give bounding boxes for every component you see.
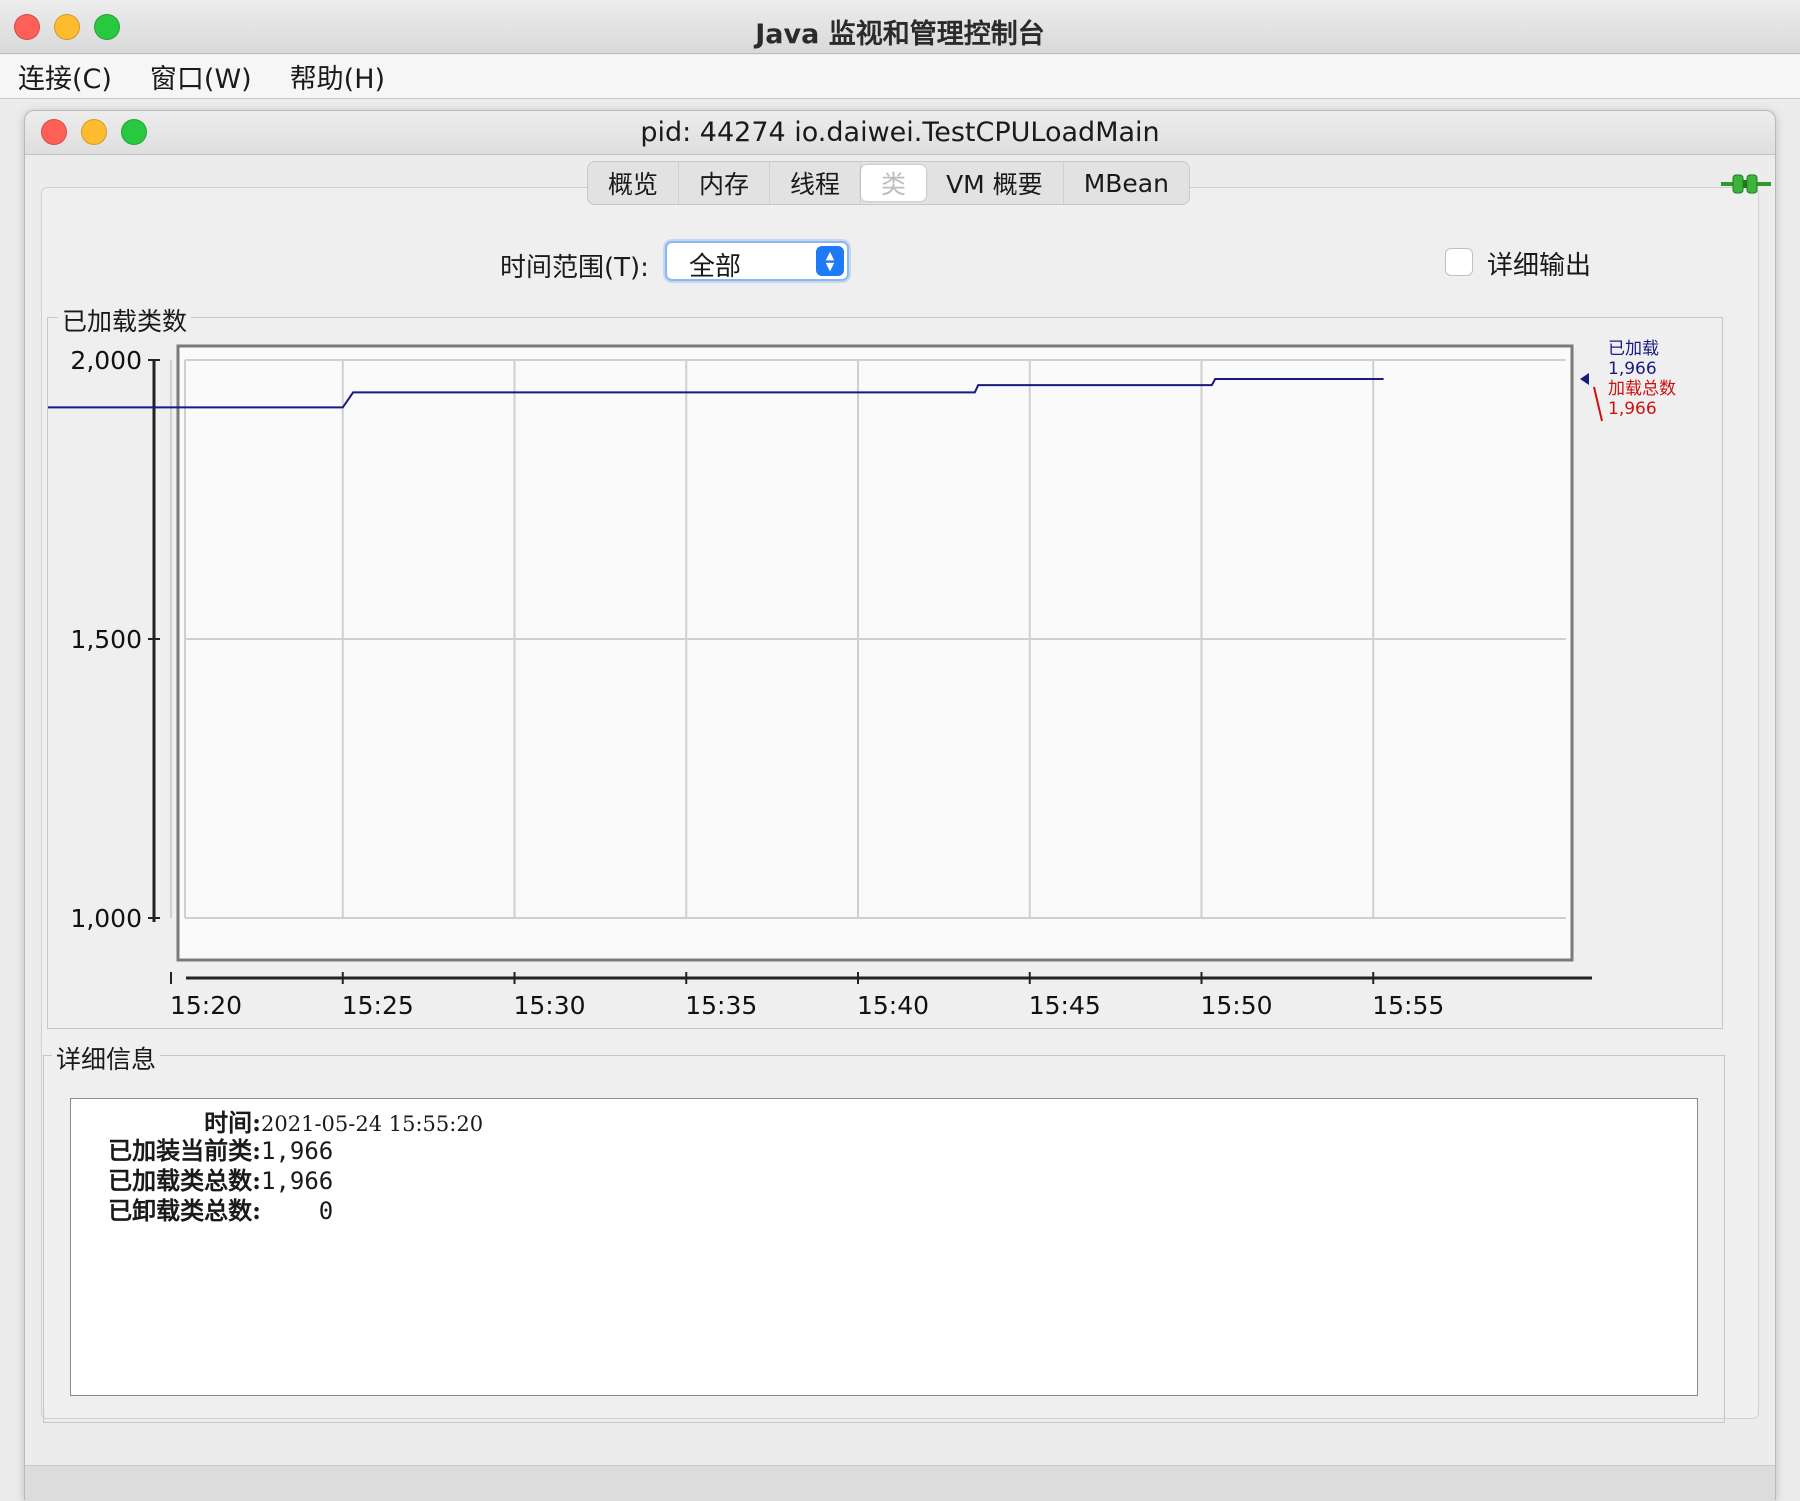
menu-help[interactable]: 帮助(H)	[290, 57, 385, 96]
time-range-value: 全部	[689, 252, 742, 282]
time-range-label: 时间范围(T):	[500, 253, 649, 283]
loaded-classes-chart: 2,000 1,500 1,000 15:20 15:25 15:30 15:35 15:4…	[48, 339, 1676, 1020]
legend-connector	[1593, 386, 1603, 422]
y-tick-label: 1,500	[70, 625, 142, 654]
legend-total-value: 1,966	[1608, 399, 1657, 419]
menu-connect[interactable]: 连接(C)	[18, 57, 112, 96]
connection-title: pid: 44274 io.daiwei.TestCPULoadMain	[640, 117, 1160, 148]
menu-bar: 连接(C) 窗口(W) 帮助(H)	[0, 55, 1800, 99]
tab-bar: 概览 内存 线程 类 VM 概要 MBean	[587, 161, 1190, 205]
tab-classes[interactable]: 类	[861, 165, 927, 201]
x-tick-label: 15:25	[342, 991, 414, 1020]
connection-status-icon	[1721, 174, 1771, 194]
details-panel: 详细信息 时间:2021-05-24 15:55:20 已加装当前类:1,966…	[43, 1040, 1725, 1423]
tab-threads[interactable]: 线程	[770, 162, 862, 204]
x-tick-label: 15:40	[857, 991, 929, 1020]
x-tick-label: 15:35	[685, 991, 757, 1020]
legend-loaded-value: 1,966	[1608, 359, 1657, 379]
tab-memory[interactable]: 内存	[679, 162, 771, 204]
time-range-select[interactable]: 全部 ▲ ▼	[665, 241, 849, 282]
x-tick-label: 15:30	[513, 991, 585, 1020]
connection-window: pid: 44274 io.daiwei.TestCPULoadMain 概览 …	[24, 110, 1776, 1501]
chevron-up-down-icon: ▲ ▼	[816, 246, 844, 276]
legend-loaded-label: 已加载	[1608, 339, 1659, 359]
status-strip	[25, 1465, 1775, 1501]
tab-vm-summary[interactable]: VM 概要	[926, 162, 1064, 204]
legend-total-label: 加载总数	[1608, 379, 1676, 399]
x-tick-label: 15:20	[170, 991, 242, 1020]
details-panel-title: 详细信息	[52, 1040, 161, 1076]
x-tick-label: 15:50	[1200, 991, 1272, 1020]
loaded-classes-panel: 已加载类数 2,000 1,500 1,000 15:20 15:25 15:30 15:…	[47, 302, 1723, 1029]
detail-row-total-unloaded: 已卸载类总数: 0	[108, 1196, 334, 1225]
app-title-bar: Java 监视和管理控制台	[0, 0, 1800, 54]
x-tick-label: 15:55	[1372, 991, 1444, 1020]
plot-background	[176, 344, 1574, 962]
app-title: Java 监视和管理控制台	[755, 19, 1045, 50]
menu-window[interactable]: 窗口(W)	[150, 57, 252, 96]
verbose-output-label: 详细输出	[1487, 251, 1592, 281]
tab-mbeans[interactable]: MBean	[1064, 162, 1189, 204]
connection-title-bar: pid: 44274 io.daiwei.TestCPULoadMain	[25, 111, 1775, 155]
tab-overview[interactable]: 概览	[588, 162, 680, 204]
x-tick-label: 15:45	[1029, 991, 1101, 1020]
y-tick-label: 2,000	[70, 346, 142, 375]
details-text-area[interactable]: 时间:2021-05-24 15:55:20 已加装当前类:1,966 已加载类…	[70, 1098, 1698, 1396]
y-tick-label: 1,000	[70, 904, 142, 933]
current-value-marker	[1580, 372, 1589, 385]
verbose-output-checkbox[interactable]	[1445, 248, 1473, 276]
